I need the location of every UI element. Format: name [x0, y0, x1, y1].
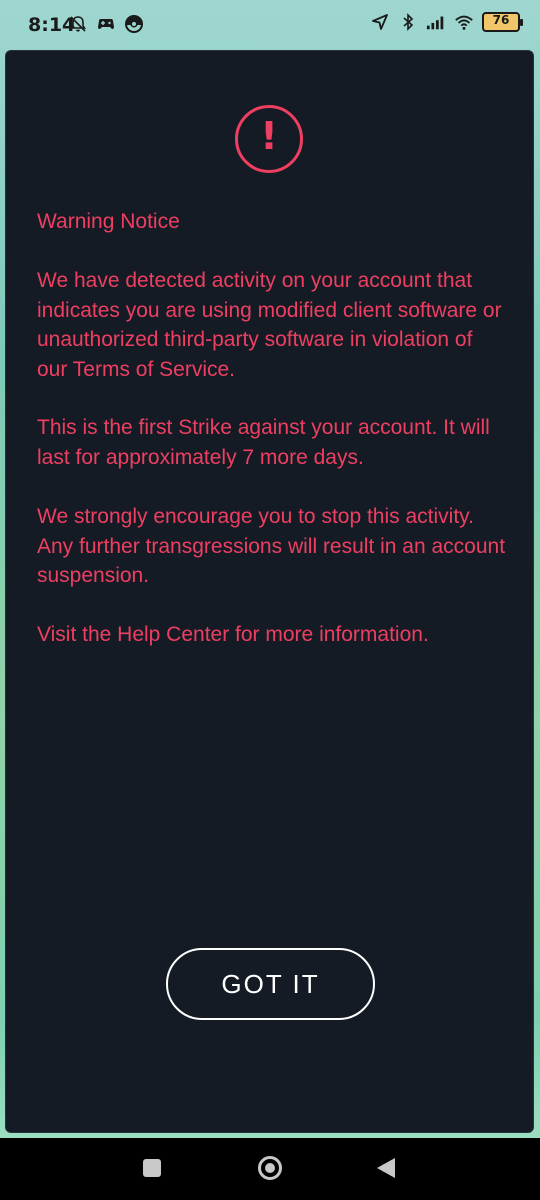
bluetooth-icon — [403, 13, 414, 31]
bell-off-icon — [69, 16, 87, 32]
wifi-icon — [455, 15, 473, 30]
dialog-paragraph-help-center: Visit the Help Center for more informati… — [37, 623, 429, 646]
warning-dialog: ! Warning Notice We have detected activi… — [5, 50, 534, 1133]
battery-icon: 76 — [482, 12, 523, 32]
gamepad-icon — [98, 19, 114, 29]
dialog-paragraph-strike: This is the first Strike against your ac… — [37, 416, 490, 469]
got-it-button[interactable]: GOT IT — [166, 948, 375, 1020]
dialog-paragraph-encourage: We strongly encourage you to stop this a… — [37, 505, 506, 587]
status-left-icons — [68, 14, 144, 34]
recents-square-icon[interactable] — [143, 1159, 161, 1177]
navigation-bar — [0, 1138, 540, 1200]
home-circle-icon[interactable] — [258, 1156, 282, 1180]
location-arrow-icon — [372, 14, 388, 30]
status-right-icons: 76 — [370, 12, 523, 32]
pokeball-icon — [125, 15, 143, 33]
warning-symbol: ! — [260, 114, 278, 158]
dialog-paragraph-detected: We have detected activity on your accoun… — [37, 269, 502, 381]
status-bar: 8:14 76 — [0, 0, 540, 50]
dialog-title: Warning Notice — [37, 210, 180, 233]
back-triangle-icon[interactable] — [377, 1158, 395, 1178]
warning-icon: ! — [235, 105, 303, 173]
signal-icon — [426, 16, 444, 30]
battery-level: 76 — [492, 13, 510, 27]
